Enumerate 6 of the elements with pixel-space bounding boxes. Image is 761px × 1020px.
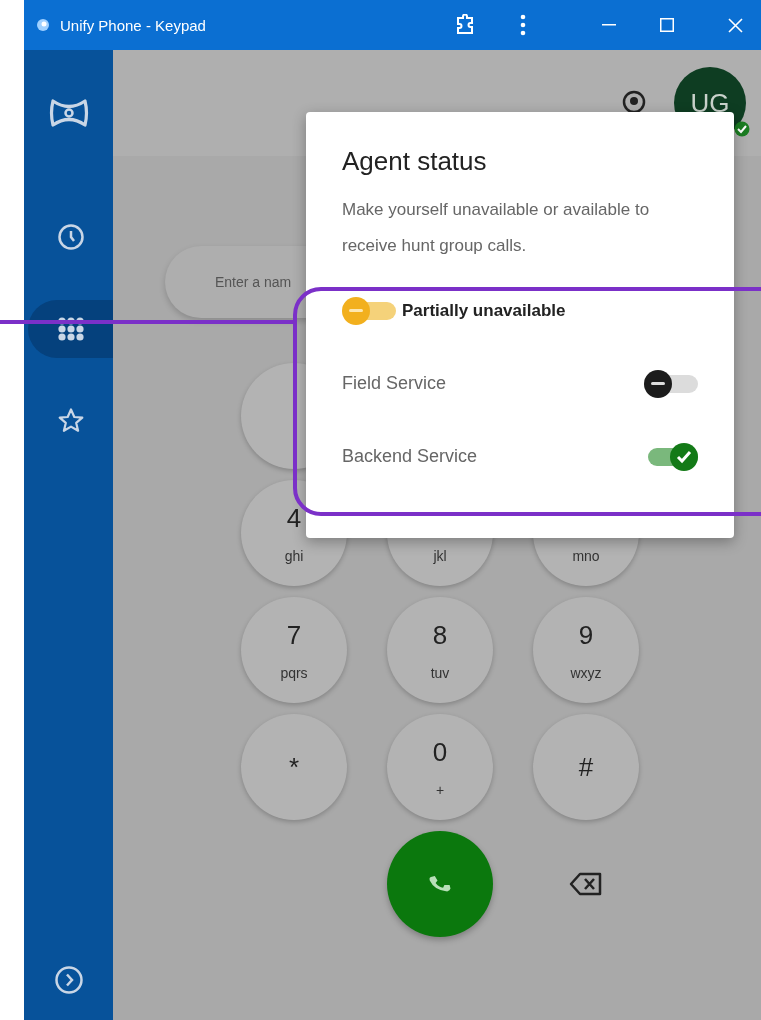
status-label: Partially unavailable [402, 300, 566, 321]
group-label: Backend Service [342, 446, 479, 467]
dialog-description: Make yourself unavailable or available to receive hunt group calls. [342, 199, 651, 257]
window-title: Unify Phone - Keypad [60, 16, 206, 34]
dialog-title: Agent status [342, 145, 488, 178]
group-label: Field Service [342, 373, 448, 394]
